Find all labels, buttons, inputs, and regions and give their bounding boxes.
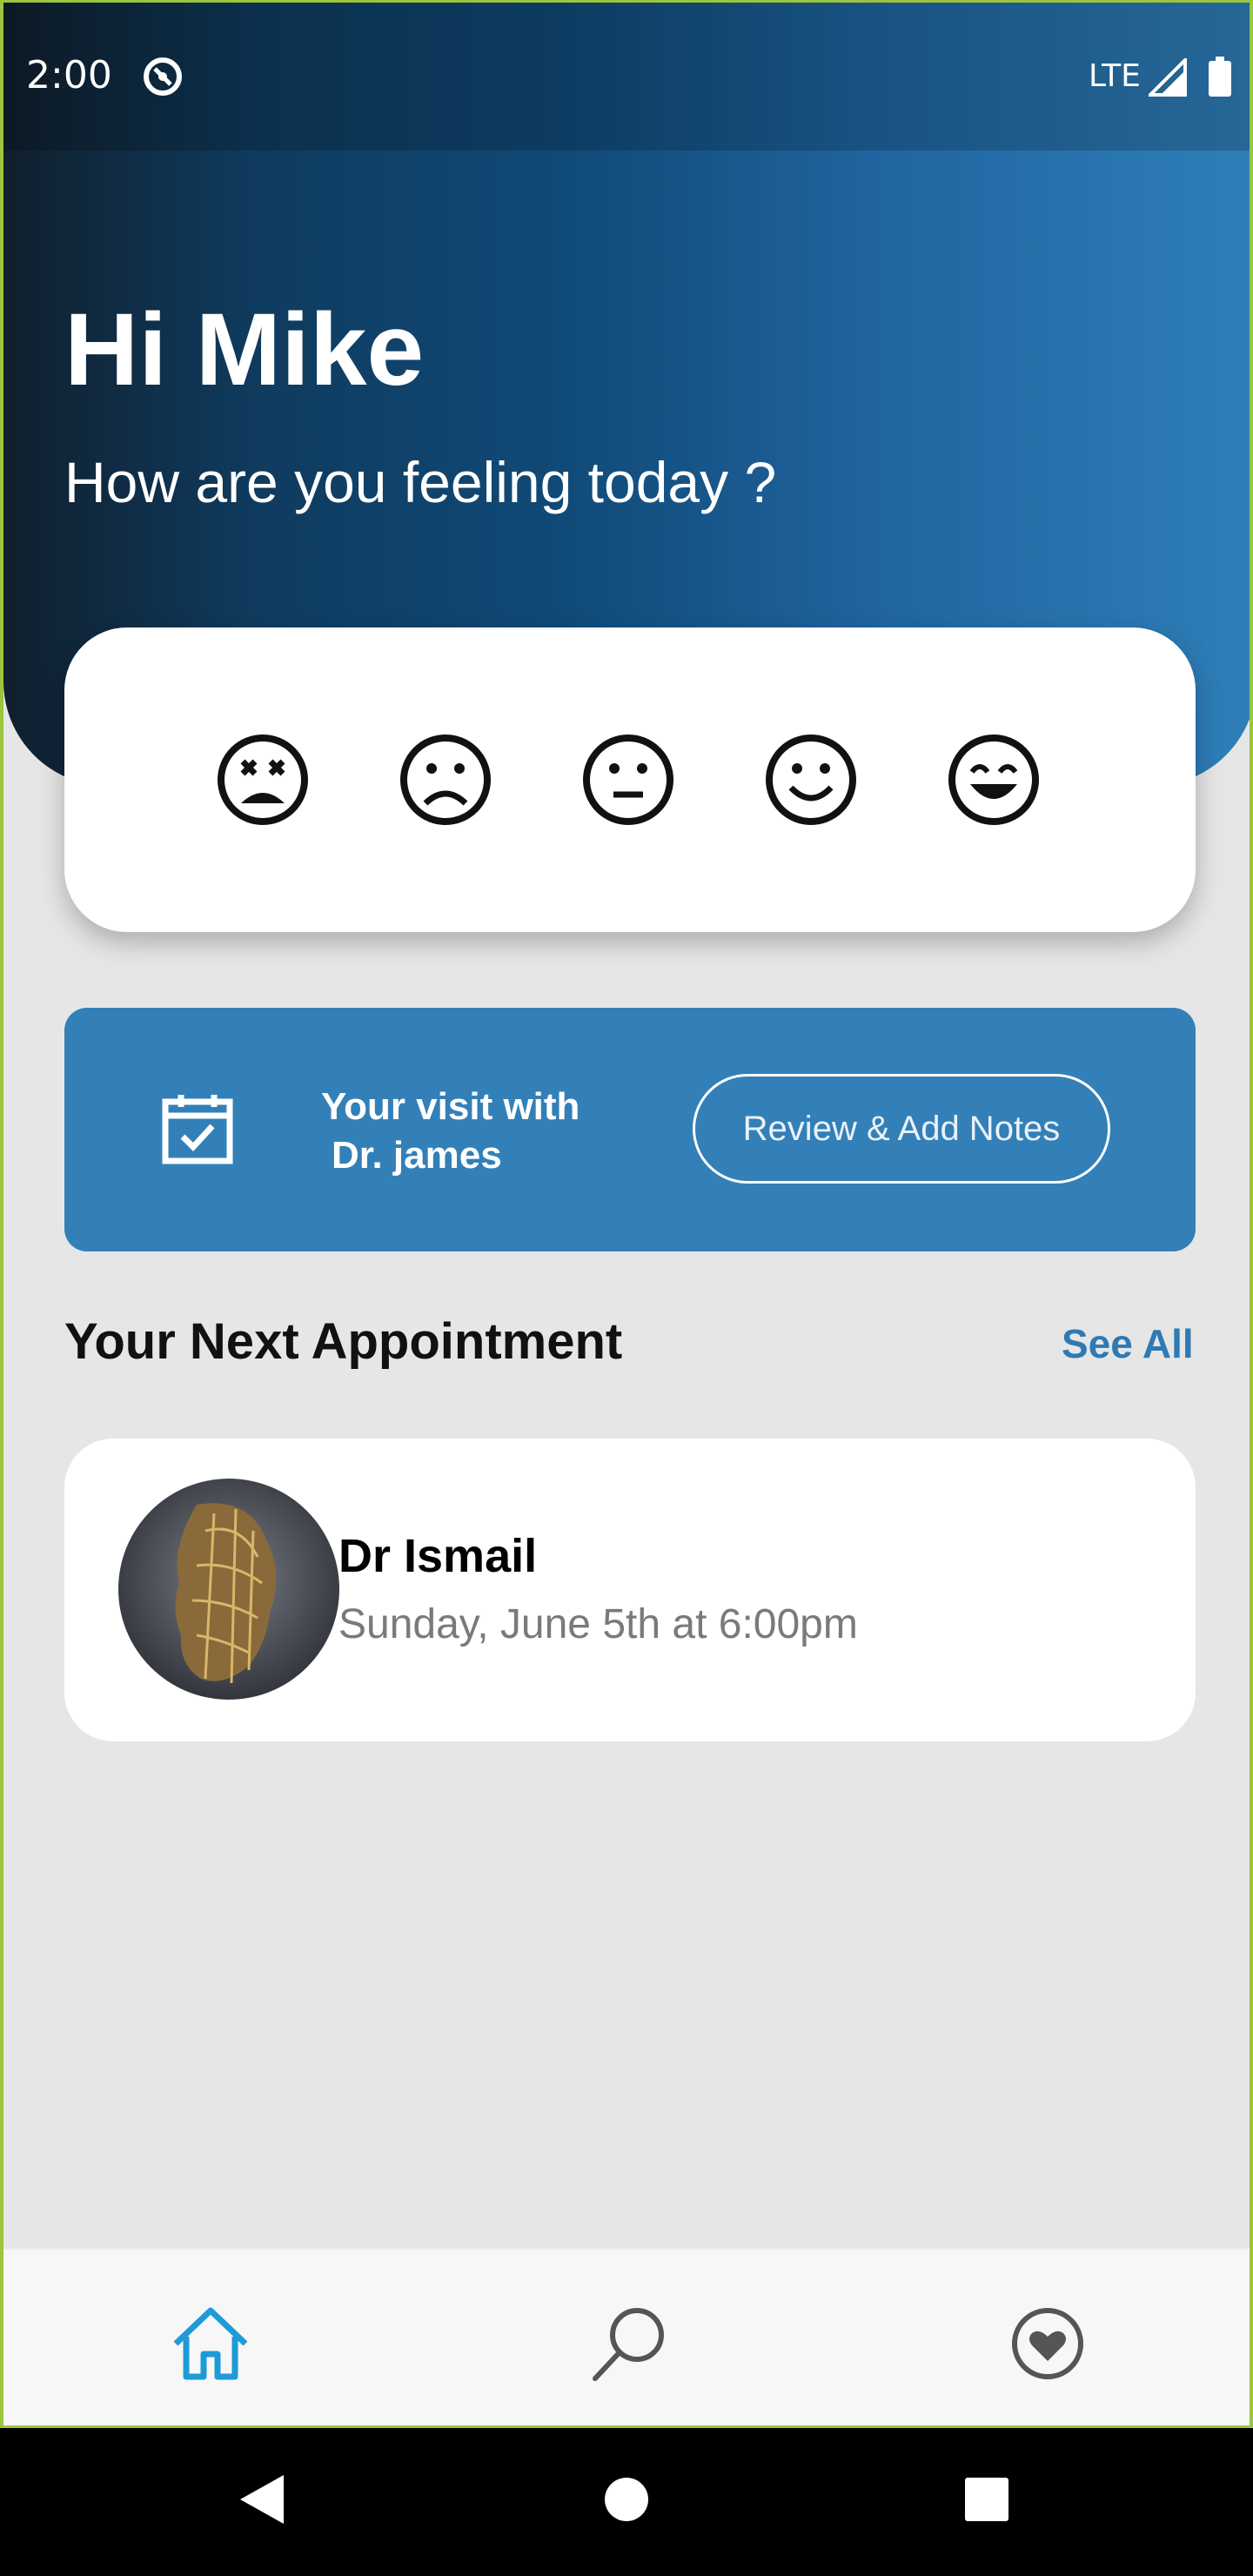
system-navigation-bar	[0, 2428, 1253, 2576]
greeting-title: Hi Mike	[64, 292, 425, 407]
visit-doctor-name: Dr. james	[332, 1134, 502, 1177]
status-time: 2:00	[26, 53, 112, 97]
status-bar: 2:00 LTE	[3, 3, 1250, 151]
favorites-heart-icon[interactable]	[1006, 2302, 1089, 2385]
recents-icon[interactable]	[964, 2477, 1009, 2522]
battery-icon	[1209, 57, 1231, 97]
app-notification-icon	[144, 57, 182, 96]
appointment-card[interactable]: Dr Ismail Sunday, June 5th at 6:00pm	[64, 1439, 1196, 1741]
bottom-navigation	[3, 2248, 1250, 2425]
very-sad-face-icon[interactable]	[217, 734, 309, 826]
next-appointment-heading: Your Next Appointment	[64, 1313, 623, 1370]
search-icon[interactable]	[588, 2302, 672, 2385]
sad-face-icon[interactable]	[399, 734, 492, 826]
network-type: LTE	[1089, 58, 1141, 94]
happy-face-icon[interactable]	[765, 734, 857, 826]
back-icon[interactable]	[237, 2472, 285, 2527]
doctor-name: Dr Ismail	[338, 1530, 538, 1582]
home-button-icon[interactable]	[604, 2477, 649, 2522]
app-screen: 2:00 LTE Hi Mike How are you feeling tod…	[0, 0, 1253, 2428]
review-add-notes-button[interactable]: Review & Add Notes	[693, 1074, 1110, 1184]
see-all-link[interactable]: See All	[1062, 1320, 1194, 1367]
home-icon[interactable]	[169, 2302, 252, 2385]
doctor-avatar	[118, 1479, 339, 1700]
neutral-face-icon[interactable]	[582, 734, 674, 826]
mood-options	[217, 734, 1040, 826]
calendar-check-icon	[162, 1095, 233, 1164]
greeting-subtitle: How are you feeling today ?	[64, 450, 777, 514]
appointment-datetime: Sunday, June 5th at 6:00pm	[338, 1601, 858, 1647]
very-happy-face-icon[interactable]	[948, 734, 1040, 826]
signal-icon	[1149, 58, 1187, 97]
visit-notes-banner: Your visit with Dr. james Review & Add N…	[64, 1008, 1196, 1251]
mood-selector-card	[64, 627, 1196, 932]
visit-message-line1: Your visit with	[321, 1085, 580, 1128]
visit-message: Your visit with Dr. james	[321, 1083, 580, 1180]
